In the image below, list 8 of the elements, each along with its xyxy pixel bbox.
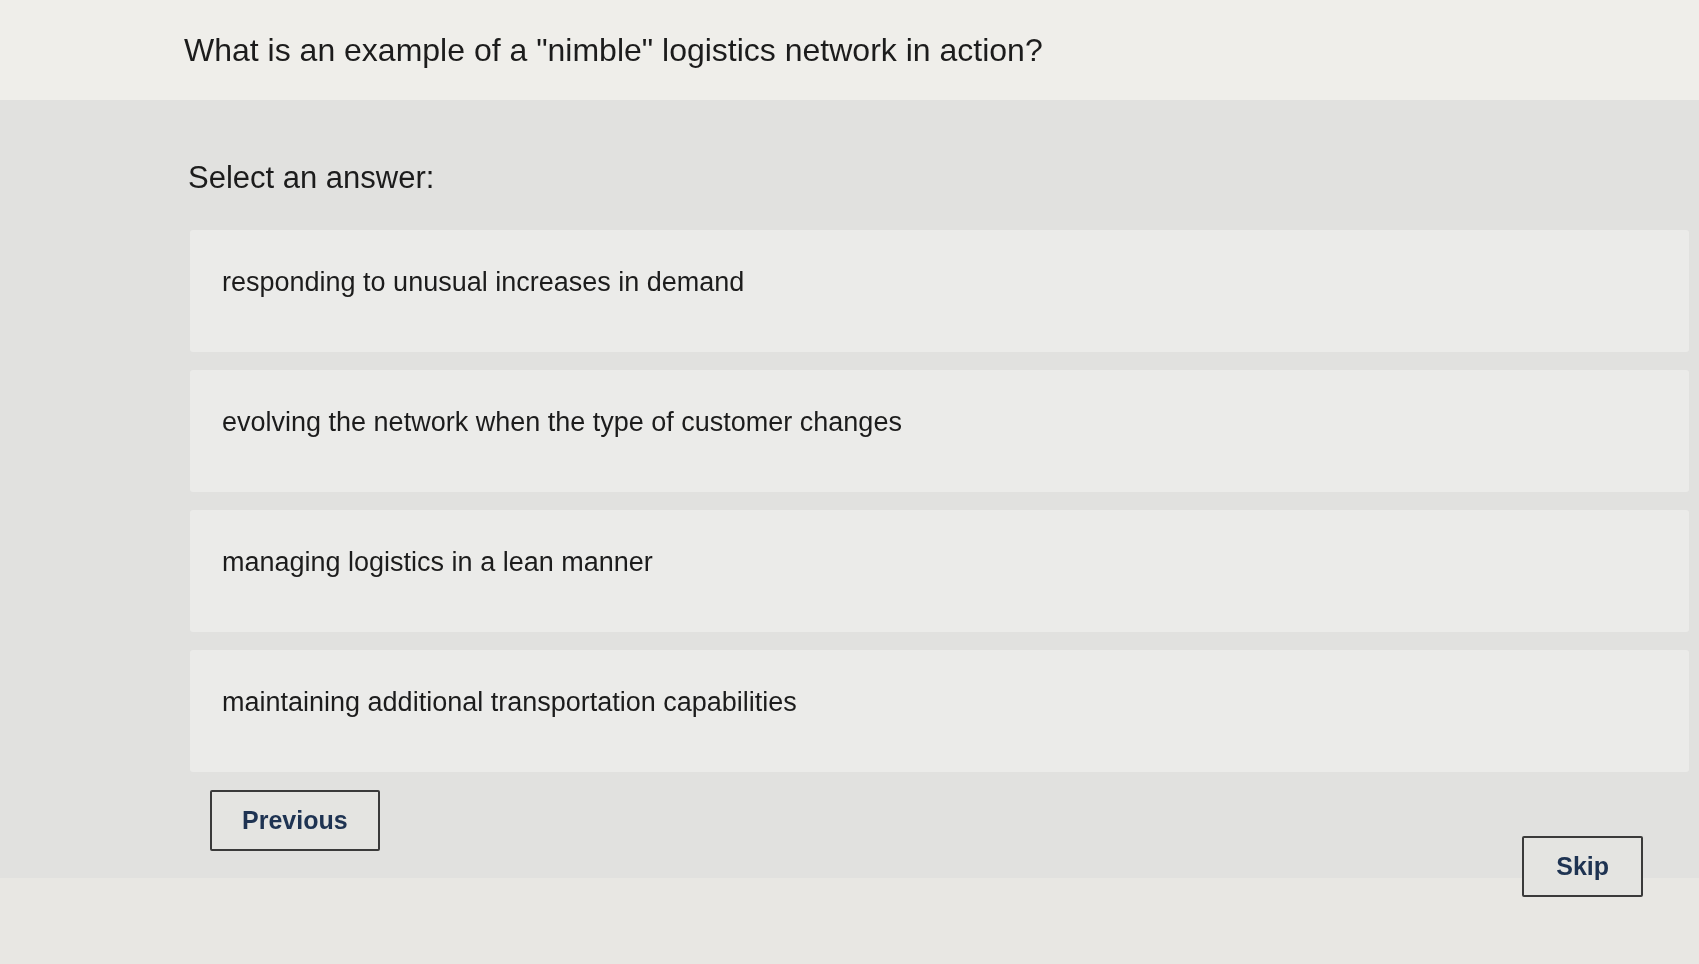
answer-option[interactable]: maintaining additional transportation capabilities bbox=[190, 650, 1689, 772]
skip-button[interactable]: Skip bbox=[1522, 836, 1643, 897]
previous-button[interactable]: Previous bbox=[210, 790, 380, 851]
answer-option[interactable]: evolving the network when the type of customer changes bbox=[190, 370, 1689, 492]
prompt-text: Select an answer: bbox=[188, 160, 435, 196]
answer-option[interactable]: managing logistics in a lean manner bbox=[190, 510, 1689, 632]
question-text: What is an example of a "nimble" logistics network in action? bbox=[184, 31, 1043, 69]
answer-option[interactable]: responding to unusual increases in demand bbox=[190, 230, 1689, 352]
